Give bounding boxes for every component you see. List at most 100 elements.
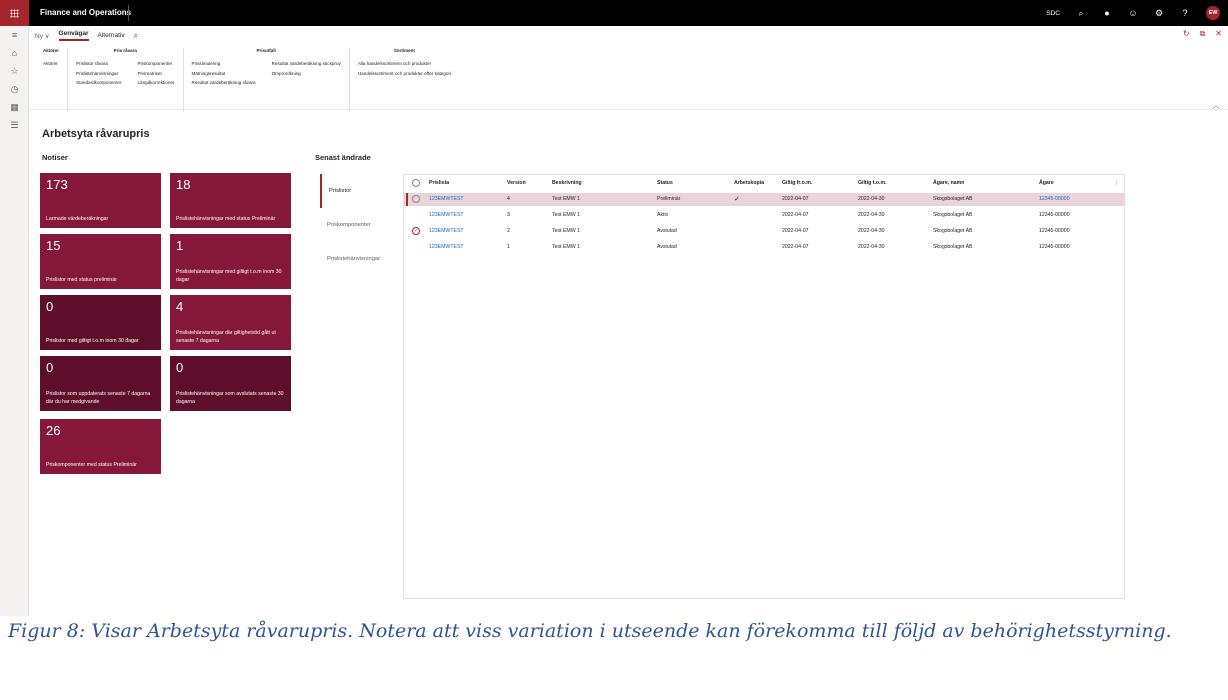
column-header-prislista[interactable]: Prislista — [429, 177, 449, 190]
workspaces-icon[interactable]: ▦ — [0, 98, 29, 116]
cell-agare[interactable]: 12345-00000 — [1039, 193, 1070, 206]
tile-priskomponenter-preliminar[interactable]: 26 Priskomponenter med status Preliminär — [40, 419, 161, 474]
tile-prislistor-30-dagar[interactable]: 0 Prislistor med giltigt t.o.m inom 30 d… — [40, 295, 161, 350]
tab-genvagar[interactable]: Genvägar — [58, 30, 89, 41]
cell-prislista[interactable]: 123EMWTEST — [429, 241, 464, 254]
tab-priskomponenter[interactable]: Priskomponenter — [320, 208, 400, 242]
menu-item-prissimulering[interactable]: Prissimulering — [192, 59, 256, 69]
tab-prislistor[interactable]: Prislistor — [320, 174, 400, 208]
refresh-icon[interactable]: ↻ — [1183, 29, 1190, 39]
column-header-agare-namn[interactable]: Ägare, namn — [933, 177, 964, 190]
menu-item-aktorer[interactable]: Aktörer — [43, 59, 58, 69]
row-checkbox[interactable] — [412, 193, 420, 206]
column-header-giltig-from[interactable]: Giltig fr.o.m. — [782, 177, 812, 190]
cell-version: 4 — [507, 196, 510, 202]
menu-item-priskomponenter[interactable]: Priskomponenter — [137, 59, 174, 69]
menu-item-prismatriser[interactable]: Prismatriser — [137, 69, 174, 79]
group-header: Prisutfall — [256, 48, 276, 53]
cell-status: Preliminär — [657, 196, 681, 202]
column-header-arbetskopia[interactable]: Arbetskopia — [734, 177, 764, 190]
column-options-icon[interactable]: ⋮ — [1114, 177, 1119, 190]
table-row[interactable]: 123EMWTEST 4 Test EMW 1 Preliminär ✓ 202… — [404, 193, 1124, 206]
group-sortiment: Sortiment Alla handelssortiment och prod… — [350, 48, 459, 112]
cell-arbetskopia: ✓ — [734, 196, 740, 203]
cell-status: Aktiv — [657, 212, 669, 218]
column-header-version[interactable]: Version — [507, 177, 526, 190]
app-launcher-icon[interactable] — [0, 0, 29, 26]
menu-item-handelssortiment-efter-kategori[interactable]: Handelssortiment och produkter efter kat… — [358, 69, 451, 79]
tile-count: 1 — [176, 238, 184, 253]
group-header: Pris råvara — [113, 48, 137, 53]
notifications-icon[interactable]: ● — [1102, 8, 1112, 18]
select-all-checkbox[interactable] — [412, 177, 420, 190]
close-icon[interactable]: ✕ — [1215, 29, 1222, 39]
chevron-up-icon[interactable]: ︿ — [1212, 100, 1220, 111]
open-new-window-icon[interactable]: ⧉ — [1200, 29, 1206, 39]
recent-tabs: Prislistor Priskomponenter Prislistehänv… — [320, 174, 400, 276]
company-picker[interactable]: SDC — [1046, 10, 1060, 17]
modules-icon[interactable]: ☰ — [0, 116, 29, 134]
group-aktorer: Aktörer Aktörer — [35, 48, 69, 112]
action-pane-right: ↻ ⧉ ✕ — [1183, 29, 1222, 39]
cell-version: 2 — [507, 228, 510, 234]
tile-label: Prislistehänvisningar med status Prelimi… — [176, 215, 276, 222]
menu-item-langdkorrektioner[interactable]: Längdkorrektioner — [137, 78, 174, 88]
hamburger-icon[interactable]: ≡ — [0, 26, 29, 44]
tile-larmade-vardeberakningar[interactable]: 173 Larmade värdeberäkningar — [40, 173, 161, 228]
table-row[interactable]: ✓ 123EMWTEST 2 Test EMW 1 Avslutad 2022-… — [404, 225, 1124, 238]
cell-prislista[interactable]: 123EMWTEST — [429, 193, 464, 206]
cell-giltig-tom: 2022-04-30 — [858, 212, 885, 218]
cell-beskrivning: Test EMW 1 — [552, 244, 580, 250]
clock-icon[interactable]: ◷ — [0, 80, 29, 98]
tile-count: 173 — [46, 177, 68, 192]
new-button[interactable]: Ny ∨ — [35, 32, 50, 40]
tile-prislistehanvisningar-30-dagar[interactable]: 1 Prislistehänvisningar med giltigt t.o.… — [170, 234, 291, 289]
cell-giltig-from: 2022-04-07 — [782, 228, 809, 234]
row-selection-bar — [406, 193, 408, 206]
menu-item-alla-handelssortiment[interactable]: Alla handelssortiment och produkter — [358, 59, 451, 69]
tile-prislistehanvisningar-preliminar[interactable]: 18 Prislistehänvisningar med status Prel… — [170, 173, 291, 228]
menu-item-resultat-vardeberakning-ravara[interactable]: Resultat värdeberäkning råvara — [192, 78, 256, 88]
group-pris-ravara: Pris råvara Prislistor råvara Prislisteh… — [68, 48, 184, 112]
column-header-giltig-tom[interactable]: Giltig t.o.m. — [858, 177, 887, 190]
gear-icon[interactable]: ⚙ — [1154, 8, 1164, 18]
tile-prislistor-preliminar[interactable]: 15 Prislistor med status preliminär — [40, 234, 161, 289]
tab-alternativ[interactable]: Alternativ — [98, 32, 125, 39]
app-title[interactable]: Finance and Operations — [40, 0, 131, 26]
menu-item-standardkomponenter[interactable]: Standardkomponenter — [76, 78, 121, 88]
cell-giltig-tom: 2022-04-30 — [858, 228, 885, 234]
cell-prislista[interactable]: 123EMWTEST — [429, 225, 464, 238]
row-checkbox[interactable]: ✓ — [412, 225, 420, 238]
menu-item-matningsresultat[interactable]: Mätningsresultat — [192, 69, 256, 79]
tab-prislistehanvisningar[interactable]: Prislistehänvisningar — [320, 242, 400, 276]
grid-header-row: Prislista Version Beskrivning Status Arb… — [404, 177, 1124, 190]
smiley-icon[interactable]: ☺ — [1128, 8, 1138, 18]
help-icon[interactable]: ? — [1180, 8, 1190, 18]
star-icon[interactable]: ☆ — [0, 62, 29, 80]
menu-item-omprordkning[interactable]: Omprordkning — [272, 69, 341, 79]
table-row[interactable]: 123EMWTEST 1 Test EMW 1 Avslutad 2022-04… — [404, 241, 1124, 254]
avatar[interactable]: EW — [1206, 6, 1220, 20]
cell-prislista[interactable]: 123EMWTEST — [429, 209, 464, 222]
tile-count: 26 — [46, 423, 61, 438]
search-icon[interactable]: ⌕ — [134, 31, 138, 41]
group-header: Aktörer — [43, 48, 60, 53]
search-icon[interactable]: ⌕ — [1076, 8, 1086, 18]
page-title: Arbetsyta råvarupris — [42, 128, 150, 140]
cell-giltig-tom: 2022-04-30 — [858, 196, 885, 202]
tile-prislistor-uppdaterade[interactable]: 0 Prislistor som uppdaterats senaste 7 d… — [40, 356, 161, 411]
cell-agare-namn: Skogsbolaget AB — [933, 228, 973, 234]
column-header-agare[interactable]: Ägare — [1039, 177, 1054, 190]
menu-item-resultat-vardeberakning-stickprov[interactable]: Resultat värdeberäkning stickprov — [272, 59, 341, 69]
column-header-beskrivning[interactable]: Beskrivning — [552, 177, 582, 190]
tile-count: 18 — [176, 177, 191, 192]
column-header-status[interactable]: Status — [657, 177, 673, 190]
action-pane: Ny ∨ Genvägar Alternativ ⌕ ↻ ⧉ ✕ Aktörer… — [29, 26, 1228, 112]
menu-item-prislistehanvisningar[interactable]: Prislistehänvisningar — [76, 69, 121, 79]
tile-label: Priskomponenter med status Preliminär — [46, 461, 137, 468]
tile-prislistehanvisningar-7-dagar[interactable]: 4 Prislistehänvisningar där giltighetsti… — [170, 295, 291, 350]
tile-prislistehanvisningar-avslutade[interactable]: 0 Prislistehänvisningar som avslutats se… — [170, 356, 291, 411]
home-icon[interactable]: ⌂ — [0, 44, 29, 62]
menu-item-prislistor-ravara[interactable]: Prislistor råvara — [76, 59, 121, 69]
table-row[interactable]: 123EMWTEST 3 Test EMW 1 Aktiv 2022-04-07… — [404, 209, 1124, 222]
